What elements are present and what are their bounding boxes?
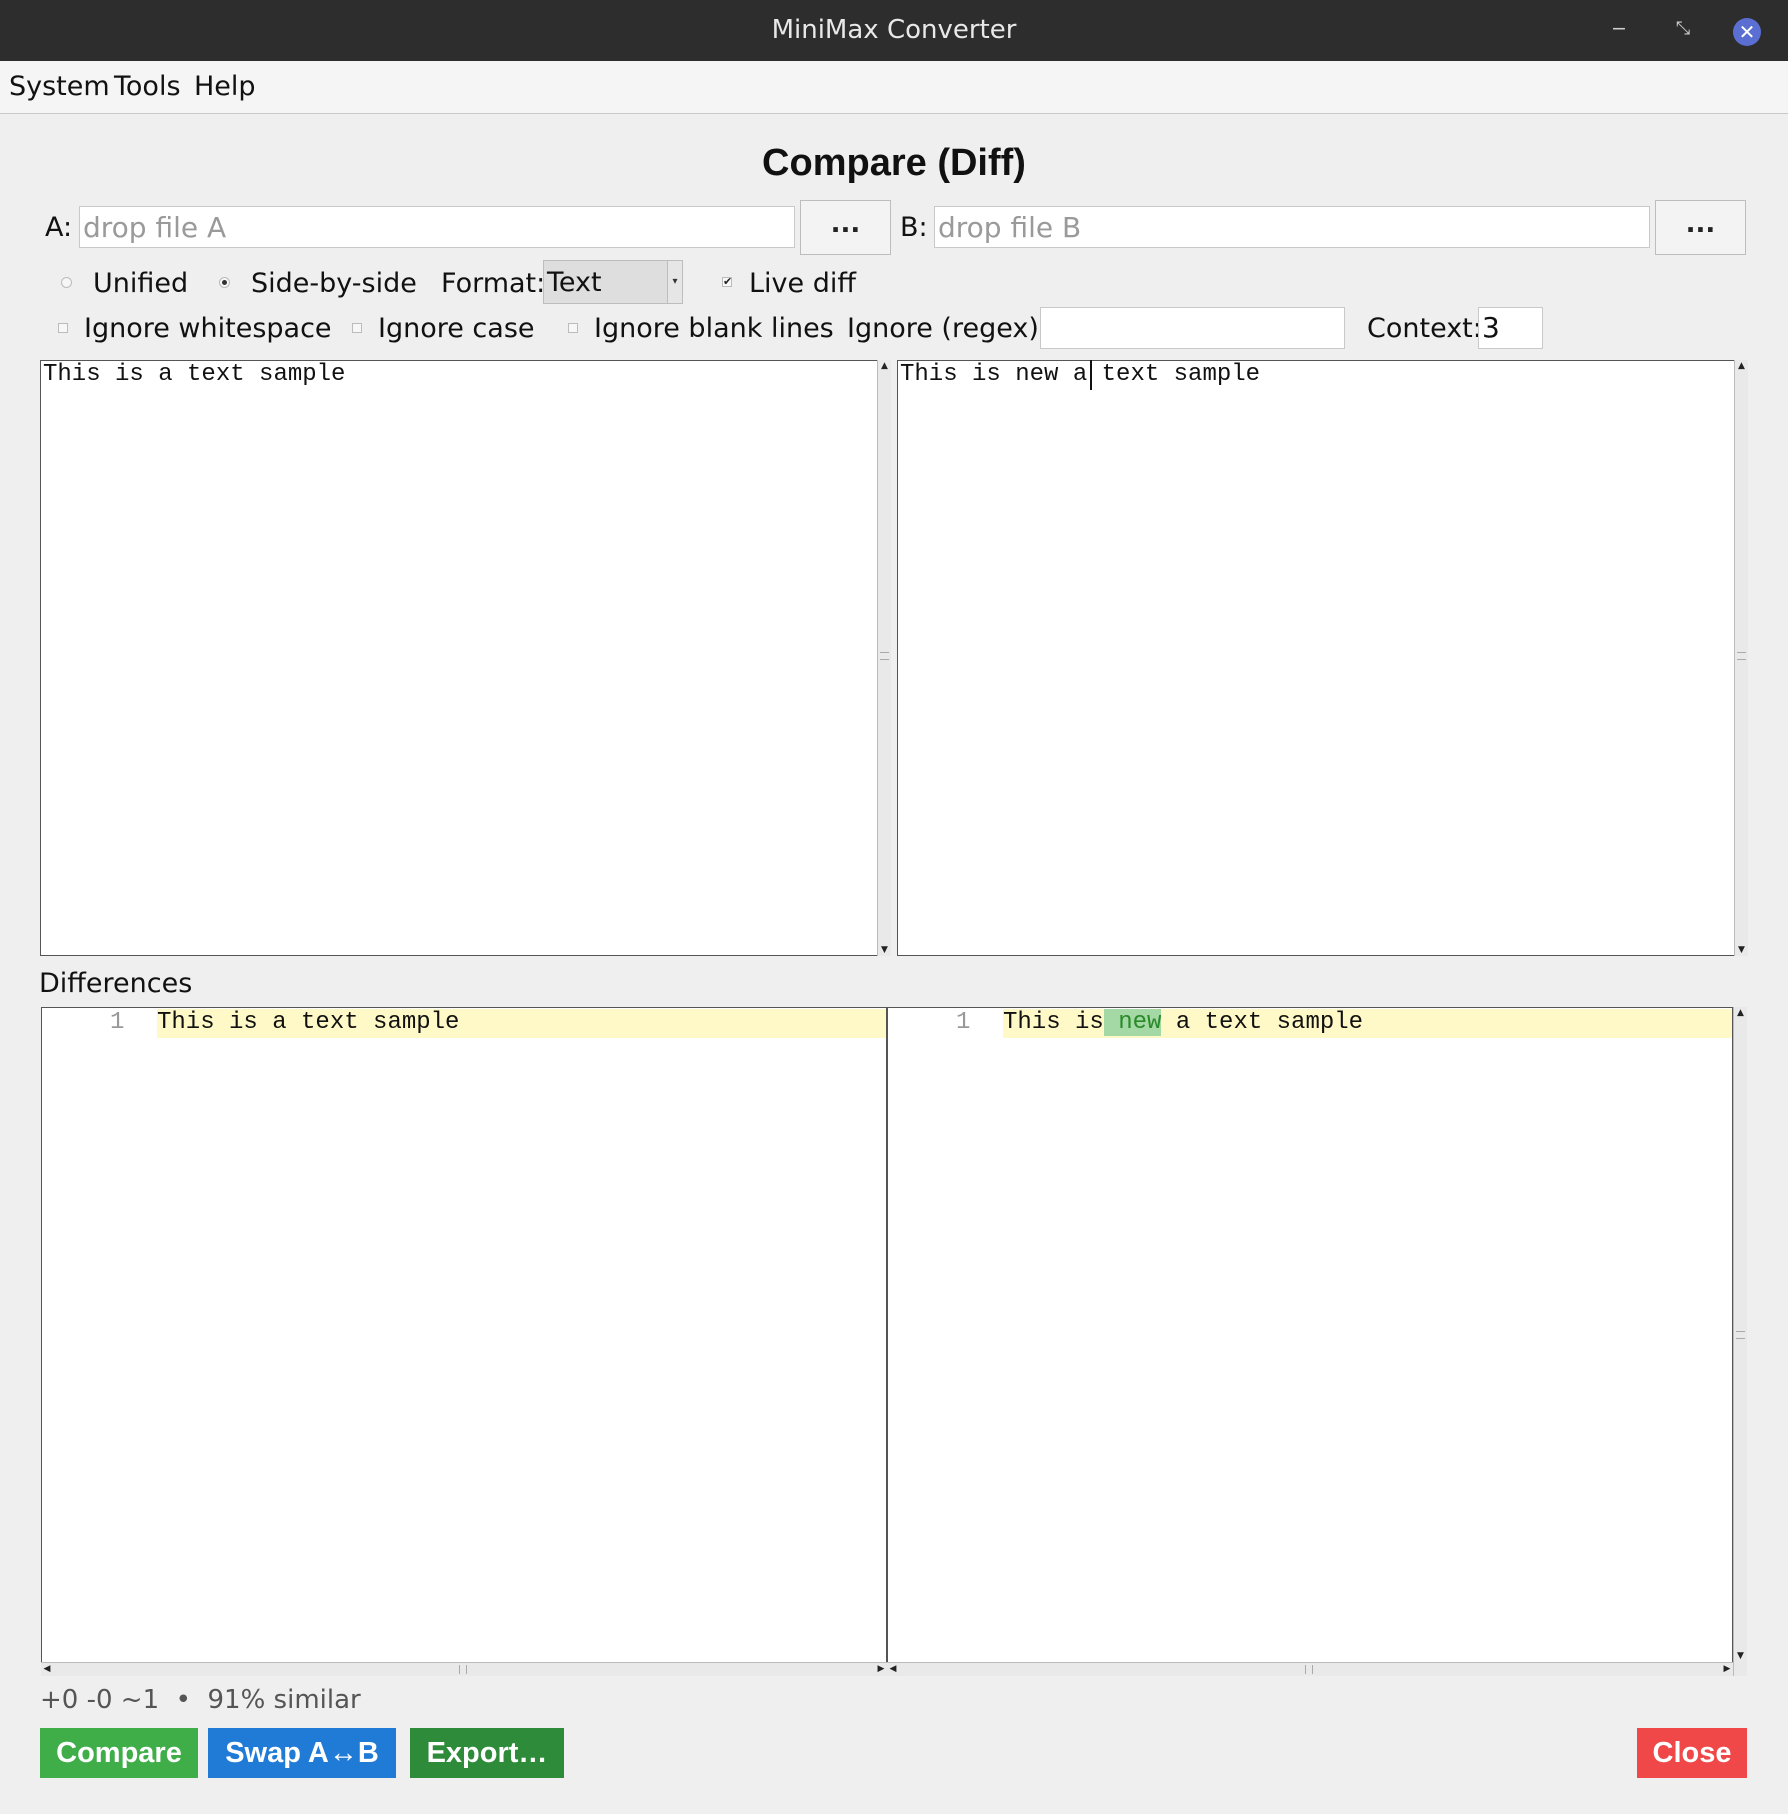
chevron-down-icon: ▾ (667, 261, 682, 303)
file-b-label: B: (900, 212, 928, 243)
menu-system[interactable]: System (9, 71, 110, 102)
text-caret (1090, 360, 1092, 390)
diff-right-line: This is new a text sample (1003, 1009, 1363, 1036)
ignore-case-label: Ignore case (378, 313, 535, 344)
maximize-icon[interactable]: ⤡ (1668, 14, 1698, 44)
scroll-right-icon[interactable]: ▶ (875, 1663, 887, 1676)
editor-a-scrollbar[interactable]: ▲ ▼ (877, 360, 891, 956)
line-number: 1 (956, 1009, 971, 1036)
unchanged-text: This is (1003, 1009, 1104, 1036)
ignore-blank-lines-label: Ignore blank lines (594, 313, 834, 344)
editor-a-text: This is a text sample (43, 361, 346, 388)
live-diff-checkbox[interactable]: ✔ (722, 276, 732, 287)
scroll-up-icon[interactable]: ▲ (1735, 360, 1748, 372)
menu-help[interactable]: Help (194, 71, 256, 102)
ignore-case-checkbox[interactable] (352, 323, 362, 333)
diff-right-hscrollbar[interactable]: ◀ ▶ (887, 1662, 1733, 1676)
diff-left-pane[interactable]: 1 This is a text sample (41, 1007, 887, 1663)
close-window-icon[interactable]: ✕ (1733, 18, 1761, 46)
diff-left-hscrollbar[interactable]: ◀ ▶ (41, 1662, 887, 1676)
side-by-side-radio[interactable] (219, 277, 230, 288)
scroll-down-icon[interactable]: ▼ (878, 944, 891, 956)
unified-radio[interactable] (61, 277, 72, 288)
scroll-grip-icon (1305, 1665, 1313, 1674)
close-button[interactable]: Close (1637, 1728, 1747, 1778)
ignore-regex-label: Ignore (regex): (847, 313, 1048, 344)
scroll-right-icon[interactable]: ▶ (1721, 1663, 1733, 1676)
context-input[interactable]: 3 (1478, 307, 1543, 349)
scroll-grip-icon (1736, 1331, 1745, 1339)
editor-b-text: This is new a text sample (900, 361, 1261, 388)
unified-label: Unified (93, 268, 189, 299)
window-title: MiniMax Converter (771, 15, 1017, 45)
compare-button[interactable]: Compare (40, 1728, 198, 1778)
diff-right-pane[interactable]: 1 This is new a text sample (887, 1007, 1733, 1663)
scroll-down-icon[interactable]: ▼ (1735, 944, 1748, 956)
added-text: new (1103, 1009, 1162, 1036)
scroll-up-icon[interactable]: ▲ (1734, 1007, 1747, 1019)
menu-bar: System Tools Help (0, 61, 1788, 114)
file-b-input[interactable]: drop file B (934, 206, 1650, 248)
browse-b-button[interactable]: ... (1655, 200, 1746, 255)
ignore-regex-input[interactable] (1040, 307, 1345, 349)
export-button[interactable]: Export… (410, 1728, 564, 1778)
scroll-grip-icon (880, 652, 889, 660)
diff-vscrollbar[interactable]: ▲ ▼ (1733, 1007, 1747, 1676)
browse-a-button[interactable]: ... (800, 200, 891, 255)
format-label: Format: (441, 268, 546, 299)
minimize-icon[interactable]: ‒ (1604, 14, 1634, 44)
scroll-grip-icon (1737, 652, 1746, 660)
menu-tools[interactable]: Tools (114, 71, 181, 102)
file-a-input[interactable]: drop file A (79, 206, 795, 248)
diff-left-line: This is a text sample (157, 1009, 460, 1036)
page-title: Compare (Diff) (762, 142, 1026, 184)
editor-a[interactable]: This is a text sample (40, 360, 878, 956)
editor-b-scrollbar[interactable]: ▲ ▼ (1734, 360, 1748, 956)
ignore-blank-lines-checkbox[interactable] (568, 323, 578, 333)
status-text: +0 -0 ~1 • 91% similar (40, 1685, 361, 1715)
ignore-whitespace-label: Ignore whitespace (84, 313, 332, 344)
ignore-whitespace-checkbox[interactable] (58, 323, 68, 333)
scroll-grip-icon (459, 1665, 467, 1674)
context-label: Context: (1367, 313, 1482, 344)
scroll-left-icon[interactable]: ◀ (887, 1663, 899, 1676)
live-diff-label: Live diff (749, 268, 856, 299)
file-a-label: A: (45, 212, 73, 243)
unchanged-text: a text sample (1161, 1009, 1364, 1036)
line-number: 1 (110, 1009, 125, 1036)
title-bar: MiniMax Converter ‒ ⤡ ✕ (0, 0, 1788, 61)
scroll-down-icon[interactable]: ▼ (1734, 1650, 1747, 1662)
editor-b[interactable]: This is new a text sample (897, 360, 1735, 956)
scroll-up-icon[interactable]: ▲ (878, 360, 891, 372)
scroll-left-icon[interactable]: ◀ (41, 1663, 53, 1676)
side-by-side-label: Side-by-side (251, 268, 417, 299)
format-select[interactable]: Text ▾ (543, 260, 683, 304)
app-window: MiniMax Converter ‒ ⤡ ✕ System Tools Hel… (0, 0, 1788, 1814)
swap-button[interactable]: Swap A↔B (208, 1728, 396, 1778)
format-value: Text (547, 267, 602, 298)
differences-label: Differences (39, 968, 193, 999)
